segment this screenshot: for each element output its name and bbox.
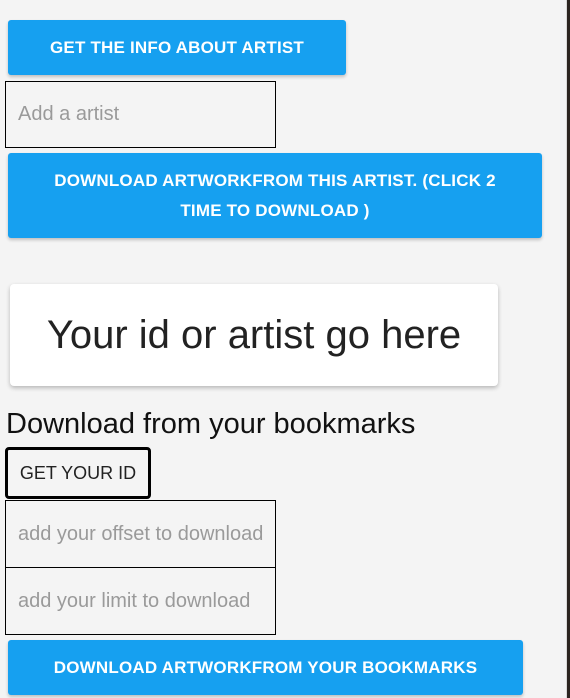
- window-edge-highlight: [566, 0, 567, 698]
- limit-input[interactable]: [5, 567, 276, 635]
- download-bookmarks-artwork-button[interactable]: DOWNLOAD ARTWORKFROM YOUR BOOKMARKS: [8, 640, 523, 695]
- bookmarks-section-title: Download from your bookmarks: [6, 408, 416, 440]
- result-display: Your id or artist go here: [10, 284, 498, 386]
- get-your-id-button[interactable]: GET YOUR ID: [5, 447, 151, 499]
- download-artist-artwork-button[interactable]: DOWNLOAD ARTWORKFROM THIS ARTIST. (CLICK…: [8, 153, 542, 238]
- offset-input[interactable]: [5, 500, 276, 568]
- get-artist-info-button[interactable]: GET THE INFO ABOUT ARTIST: [8, 20, 346, 75]
- artist-input[interactable]: [5, 81, 276, 148]
